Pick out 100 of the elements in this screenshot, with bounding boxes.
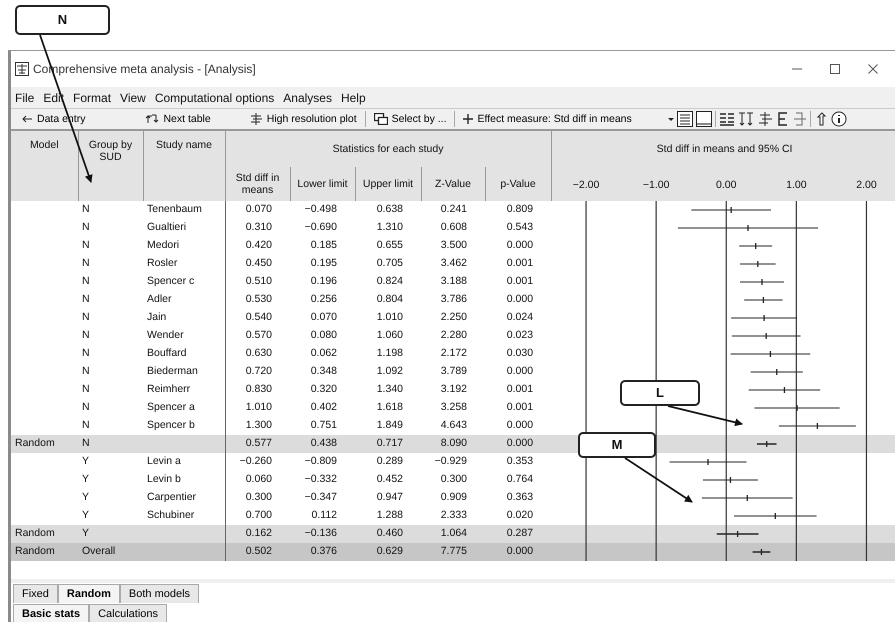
plot-icon: [248, 113, 263, 125]
panel-icon[interactable]: [696, 111, 712, 127]
table-cell: 1.618: [376, 401, 403, 414]
table-cell: 0.030: [506, 347, 534, 360]
table-cell: −0.809: [304, 455, 337, 468]
columns-icon[interactable]: [738, 111, 754, 127]
table-cell: 0.804: [376, 293, 403, 306]
table-cell: 0.070: [246, 203, 272, 216]
table-cell: 0.000: [506, 437, 534, 450]
table-cell: Spencer a: [147, 401, 195, 414]
table-cell: 0.000: [506, 239, 534, 252]
table-cell: 0.241: [440, 203, 467, 216]
table-cell: Gualtieri: [147, 221, 186, 234]
table-cell: 1.340: [376, 383, 403, 396]
menu-item[interactable]: Analyses: [283, 88, 332, 106]
tab[interactable]: Fixed: [13, 584, 58, 603]
table-cell: 0.577: [246, 437, 272, 450]
confidence-interval: [740, 279, 785, 285]
column-header: p-Value: [485, 167, 552, 201]
tab[interactable]: Both models: [120, 584, 200, 603]
menu-item[interactable]: Help: [340, 88, 366, 106]
table-cell: 0.909: [440, 491, 467, 504]
table-cell: Tenenbaum: [147, 203, 202, 216]
confidence-interval: [739, 261, 776, 267]
table-cell: N: [82, 257, 90, 270]
maximize-icon[interactable]: [829, 63, 841, 75]
toolbar-button[interactable]: High resolution plot: [240, 110, 365, 128]
table-cell: 0.300: [246, 491, 272, 504]
column-header: Study name: [143, 131, 225, 201]
table-cell: 0.530: [246, 293, 272, 306]
table-cell: N: [82, 401, 90, 414]
table-cell: 0.000: [506, 365, 534, 378]
table-cell: −0.498: [304, 203, 337, 216]
table-cell: −0.690: [304, 221, 337, 234]
table-cell: 0.420: [246, 239, 272, 252]
table-cell: 0.162: [246, 527, 272, 540]
confidence-interval: [702, 477, 758, 483]
table-cell: Y: [82, 473, 90, 486]
table-cell: −0.347: [304, 491, 337, 504]
table-cell: 0.020: [506, 509, 534, 522]
bracket-icon[interactable]: [776, 111, 790, 127]
list-view-icon[interactable]: [676, 111, 693, 127]
table-cell: 0.717: [376, 437, 403, 450]
table-cell: 0.502: [246, 545, 272, 558]
forest-plot-icon[interactable]: [756, 111, 773, 127]
table-cell: 1.064: [440, 527, 467, 540]
column-header: Statistics for each study: [225, 131, 552, 167]
info-icon[interactable]: [830, 111, 847, 127]
table-cell: Wender: [147, 329, 184, 342]
table-cell: 3.258: [440, 401, 467, 414]
table-cell: 3.789: [440, 365, 467, 378]
toolbar-button[interactable]: Select by ...: [366, 110, 454, 128]
menu-item[interactable]: Format: [73, 88, 112, 106]
menu-item[interactable]: Computational options: [154, 88, 274, 106]
table-cell: 0.629: [376, 545, 403, 558]
table-cell: Medori: [147, 239, 180, 252]
confidence-interval: [731, 333, 802, 339]
grid-icon[interactable]: [718, 111, 735, 127]
table-cell: 0.450: [246, 257, 272, 270]
table-cell: Biederman: [147, 365, 198, 378]
table-cell: 2.280: [440, 329, 467, 342]
table-cell: 0.630: [246, 347, 272, 360]
table-cell: 1.010: [246, 401, 272, 414]
table-cell: 0.001: [506, 401, 534, 414]
confidence-interval: [730, 315, 798, 321]
close-icon[interactable]: [867, 63, 879, 75]
table-cell: 0.460: [376, 527, 403, 540]
table-cell: Y: [82, 509, 90, 522]
table-cell: Jain: [147, 311, 166, 324]
menu-item[interactable]: View: [120, 88, 146, 106]
table-cell: 0.112: [312, 509, 337, 522]
table-cell: 0.024: [506, 311, 534, 324]
callout-arrow: [624, 457, 693, 503]
table-cell: Adler: [147, 293, 172, 306]
callout-label: L: [620, 380, 700, 406]
table-cell: 0.655: [376, 239, 403, 252]
table-cell: 4.643: [440, 419, 467, 432]
confidence-interval: [757, 441, 777, 447]
menu-item[interactable]: File: [15, 88, 34, 106]
table-cell: N: [82, 221, 90, 234]
tab[interactable]: Basic stats: [13, 604, 90, 622]
table-cell: 0.195: [310, 257, 337, 270]
table-cell: 0.300: [440, 473, 467, 486]
app-icon: [15, 62, 29, 76]
confidence-interval: [744, 297, 784, 303]
column-header: Std diff in means and 95% CI: [551, 131, 895, 167]
table-cell: N: [82, 293, 90, 306]
table-cell: 0.348: [310, 365, 337, 378]
toolbar-button[interactable]: Effect measure: Std diff in means: [455, 110, 640, 128]
table-cell: 0.363: [506, 491, 534, 504]
table-cell: 3.462: [440, 257, 467, 270]
table-cell: 0.452: [376, 473, 403, 486]
plus-icon: [463, 114, 474, 124]
table-cell: Y: [82, 491, 90, 504]
tick-label: 0.00: [716, 179, 737, 191]
tab[interactable]: Calculations: [89, 604, 168, 622]
tick-label: −2.00: [572, 179, 600, 191]
tab[interactable]: Random: [58, 584, 120, 603]
table-cell: N: [82, 275, 90, 288]
toolbar-button[interactable]: Next table: [137, 110, 219, 128]
